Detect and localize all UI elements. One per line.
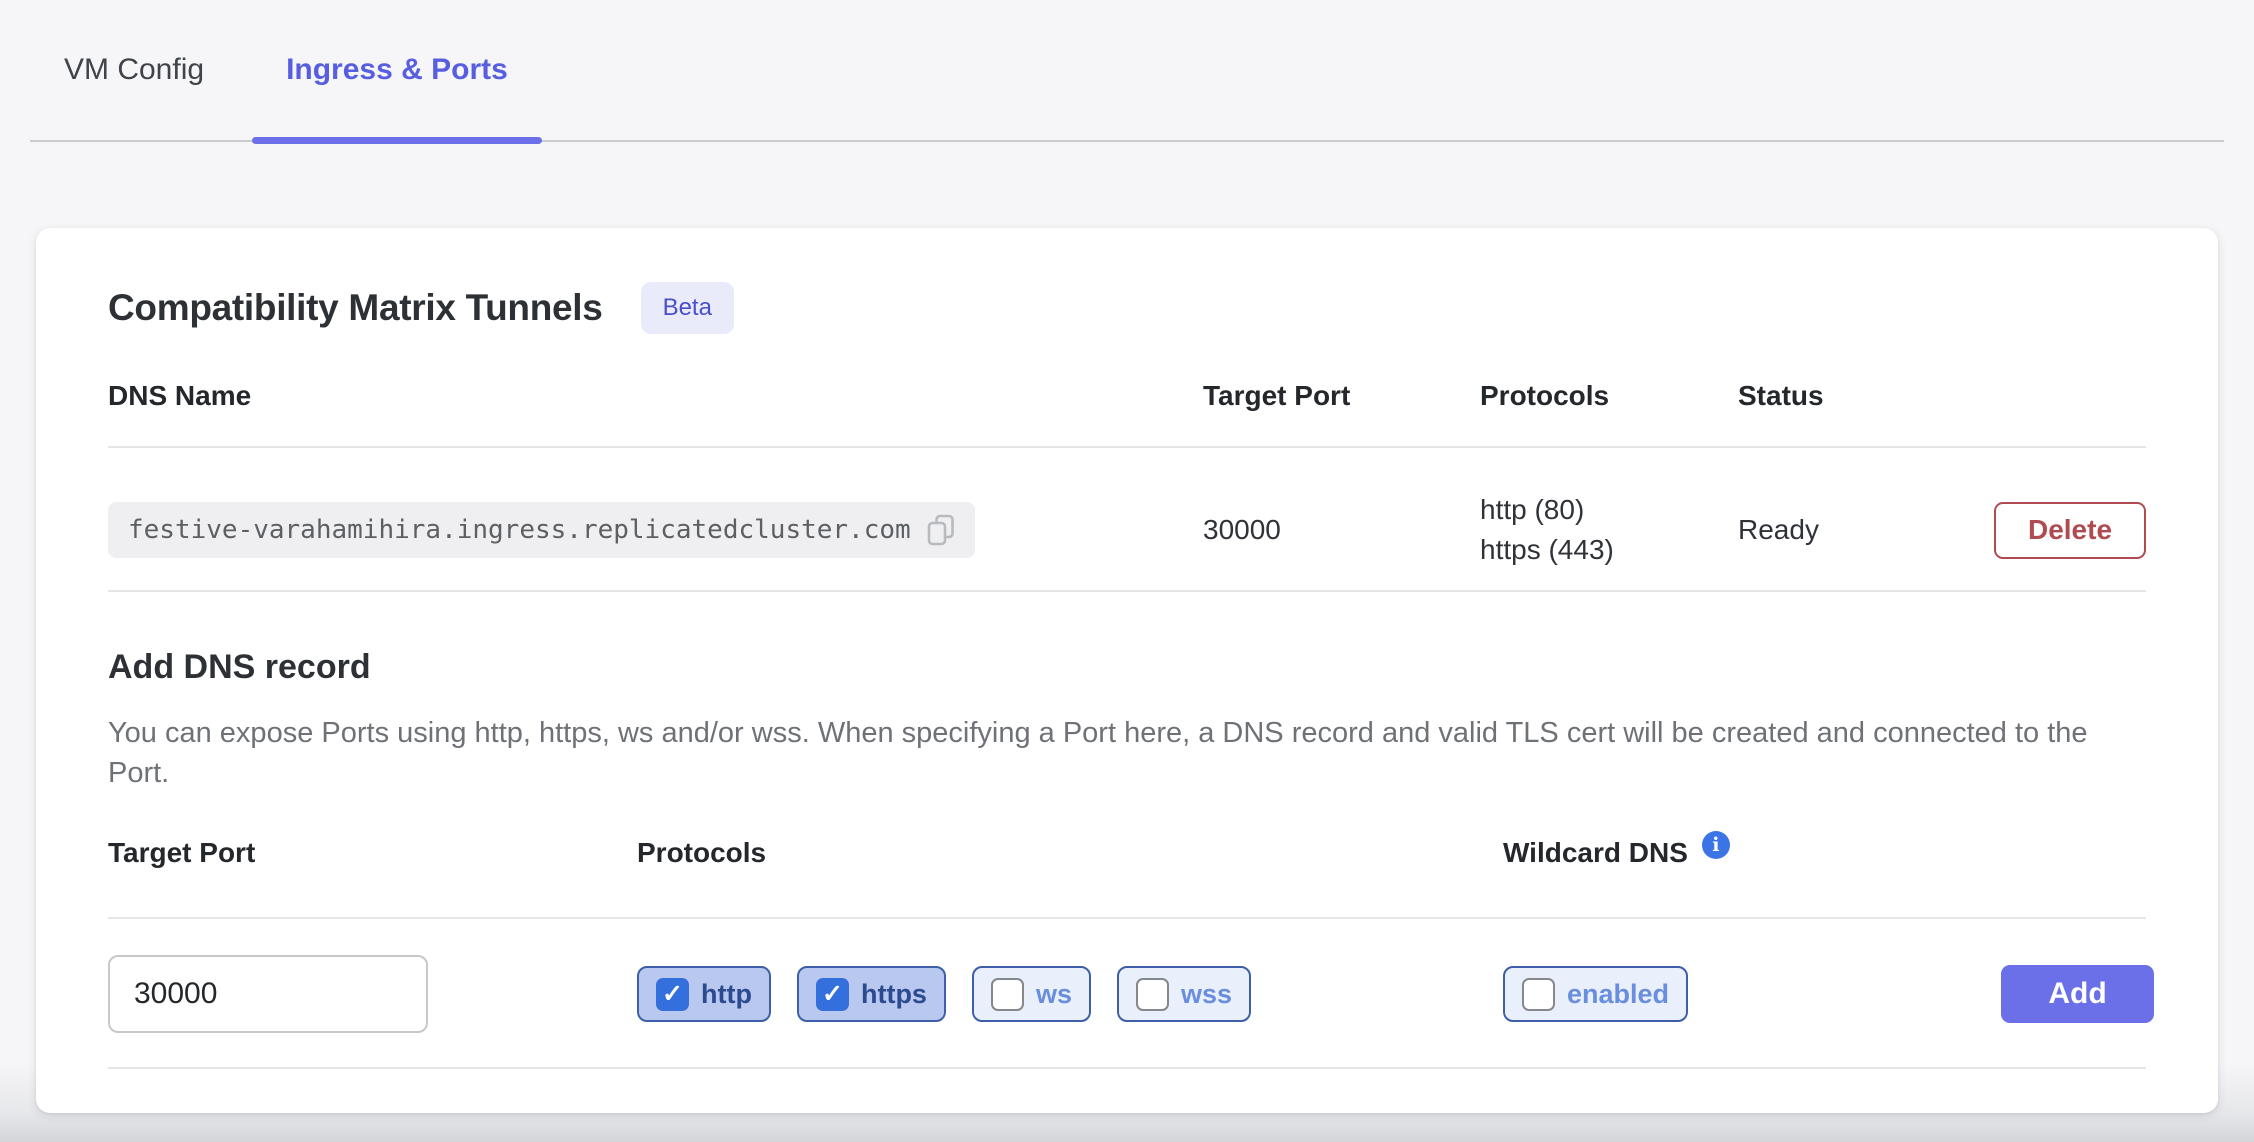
protocol-chip-http-label: http bbox=[701, 979, 752, 1010]
protocol-chip-ws[interactable]: ws bbox=[972, 966, 1091, 1022]
col-header-dns-name: DNS Name bbox=[108, 380, 1203, 412]
protocol-line-http: http (80) bbox=[1480, 490, 1738, 530]
form-label-target-port: Target Port bbox=[108, 837, 637, 869]
tab-ingress-ports-label: Ingress & Ports bbox=[286, 53, 508, 87]
info-icon[interactable]: i bbox=[1702, 831, 1730, 859]
form-input-row: ✓ http ✓ https ws wss enabled Add bbox=[108, 919, 2146, 1069]
table-header-row: DNS Name Target Port Protocols Status bbox=[108, 380, 2146, 448]
tab-vm-config[interactable]: VM Config bbox=[30, 0, 238, 140]
checkbox-unchecked-icon[interactable] bbox=[1136, 978, 1169, 1011]
delete-button[interactable]: Delete bbox=[1994, 502, 2146, 559]
copy-icon[interactable] bbox=[927, 514, 955, 546]
checkbox-checked-icon[interactable]: ✓ bbox=[816, 978, 849, 1011]
protocol-chip-wss[interactable]: wss bbox=[1117, 966, 1251, 1022]
col-header-status: Status bbox=[1738, 380, 1986, 412]
form-header-row: Target Port Protocols Wildcard DNS i bbox=[108, 837, 2146, 919]
tunnels-card: Compatibility Matrix Tunnels Beta DNS Na… bbox=[36, 228, 2218, 1113]
tunnels-table: DNS Name Target Port Protocols Status fe… bbox=[108, 380, 2146, 592]
add-dns-heading: Add DNS record bbox=[108, 648, 2146, 687]
protocol-chip-wss-label: wss bbox=[1181, 979, 1232, 1010]
tab-ingress-ports[interactable]: Ingress & Ports bbox=[252, 0, 542, 140]
protocol-chip-http[interactable]: ✓ http bbox=[637, 966, 771, 1022]
checkbox-unchecked-icon[interactable] bbox=[1522, 978, 1555, 1011]
checkbox-checked-icon[interactable]: ✓ bbox=[656, 978, 689, 1011]
protocol-line-https: https (443) bbox=[1480, 530, 1738, 570]
form-label-protocols: Protocols bbox=[637, 837, 1503, 869]
tab-vm-config-label: VM Config bbox=[64, 53, 204, 87]
card-title: Compatibility Matrix Tunnels bbox=[108, 287, 603, 329]
dns-name-cell: festive-varahamihira.ingress.replicatedc… bbox=[108, 502, 1203, 558]
actions-cell: Delete bbox=[1986, 502, 2146, 559]
add-dns-description: You can expose Ports using http, https, … bbox=[108, 713, 2146, 793]
protocol-chip-ws-label: ws bbox=[1036, 979, 1072, 1010]
col-header-protocols: Protocols bbox=[1480, 380, 1738, 412]
form-label-wildcard-dns: Wildcard DNS i bbox=[1503, 837, 2001, 869]
target-port-input[interactable] bbox=[108, 955, 428, 1033]
wildcard-dns-cell: enabled bbox=[1503, 966, 2001, 1022]
add-button[interactable]: Add bbox=[2001, 965, 2154, 1023]
dns-name-chip: festive-varahamihira.ingress.replicatedc… bbox=[108, 502, 975, 558]
target-port-cell: 30000 bbox=[1203, 514, 1480, 546]
col-header-target-port: Target Port bbox=[1203, 380, 1480, 412]
wildcard-dns-label: Wildcard DNS bbox=[1503, 837, 1688, 869]
checkbox-unchecked-icon[interactable] bbox=[991, 978, 1024, 1011]
protocol-chip-https-label: https bbox=[861, 979, 927, 1010]
tab-bar: VM Config Ingress & Ports bbox=[30, 0, 2224, 142]
card-title-row: Compatibility Matrix Tunnels Beta bbox=[108, 282, 2146, 334]
target-port-field-cell bbox=[108, 955, 637, 1033]
wildcard-enabled-label: enabled bbox=[1567, 979, 1669, 1010]
dns-name-value: festive-varahamihira.ingress.replicatedc… bbox=[128, 515, 911, 545]
status-cell: Ready bbox=[1738, 514, 1986, 546]
table-row: festive-varahamihira.ingress.replicatedc… bbox=[108, 448, 2146, 592]
protocol-chip-https[interactable]: ✓ https bbox=[797, 966, 946, 1022]
protocol-chip-group: ✓ http ✓ https ws wss bbox=[637, 966, 1503, 1022]
add-button-cell: Add bbox=[2001, 965, 2154, 1023]
protocols-cell: http (80) https (443) bbox=[1480, 490, 1738, 570]
wildcard-enabled-chip[interactable]: enabled bbox=[1503, 966, 1688, 1022]
beta-badge: Beta bbox=[641, 282, 734, 334]
